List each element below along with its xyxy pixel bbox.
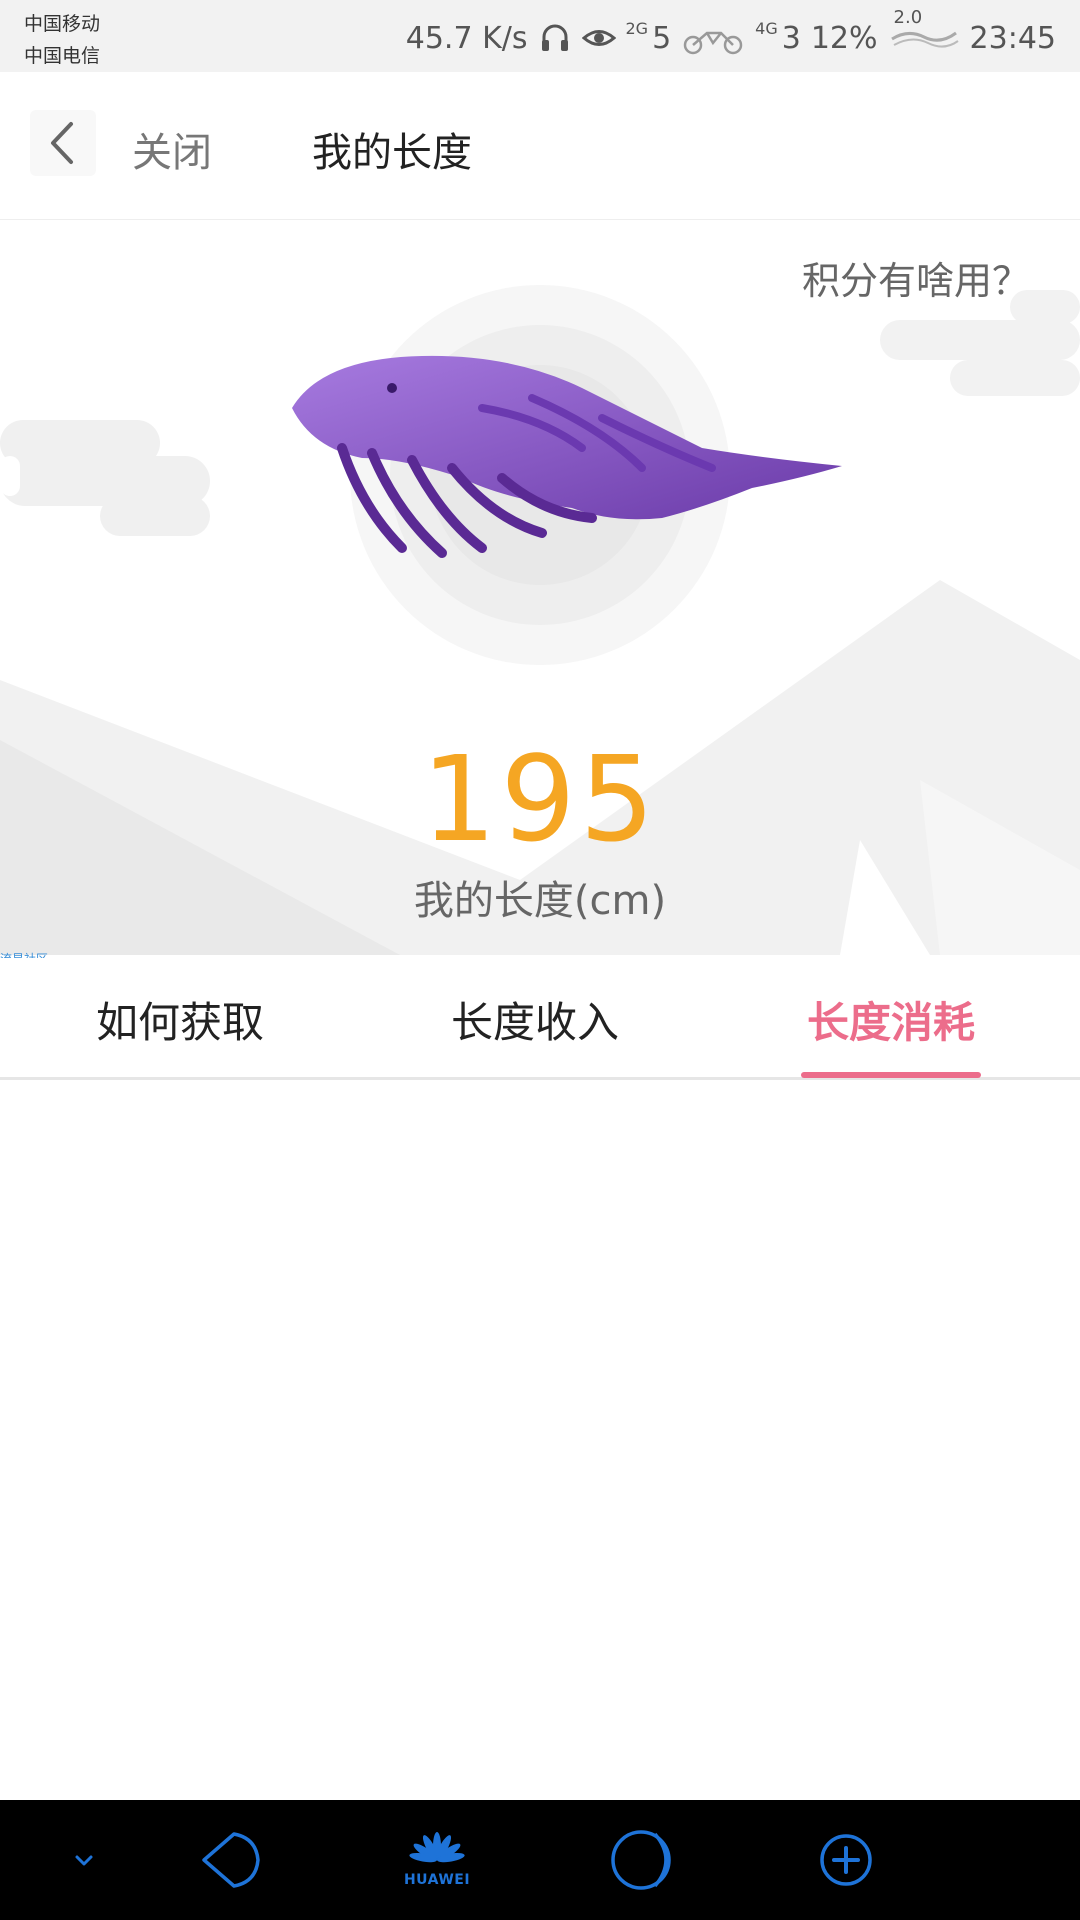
- chevron-down-icon: [75, 1855, 93, 1866]
- motorcycle-icon: [683, 31, 743, 55]
- status-bar: 中国移动 中国电信 45.7 K/s 2G 5 4G 3 12% 2.0 23:…: [0, 0, 1080, 72]
- home-circle-icon: [611, 1830, 671, 1890]
- points-help-link[interactable]: 积分有啥用？: [802, 250, 1030, 305]
- battery-overlay-text: 2.0: [893, 7, 923, 28]
- tab-bar: 如何获取 长度收入 长度消耗: [0, 958, 1080, 1080]
- eye-icon: [581, 30, 616, 46]
- navigation-bar: HUAWEI: [0, 1800, 1080, 1920]
- signal-2-type: 4G: [755, 18, 778, 38]
- huawei-logo-button[interactable]: HUAWEI: [397, 1820, 477, 1900]
- active-tab-indicator: [801, 1072, 981, 1078]
- chevron-left-icon: [51, 122, 73, 164]
- tab-length-income[interactable]: 长度收入: [355, 958, 715, 1080]
- network-speed: 45.7 K/s: [405, 20, 528, 56]
- home-nav-button[interactable]: [603, 1820, 683, 1900]
- carrier-1: 中国移动: [24, 13, 101, 35]
- close-link[interactable]: 关闭: [132, 120, 212, 178]
- page-title: 我的长度: [312, 130, 472, 176]
- hero-section: 积分有啥用？ 195 我的长度(cm): [0, 220, 1080, 955]
- status-indicators: 45.7 K/s 2G 5 4G 3 12% 2.0 23:45: [405, 7, 1056, 58]
- whale-illustration: [292, 355, 842, 558]
- tab-content-area: [0, 1083, 1080, 1800]
- plus-circle-icon: [820, 1834, 872, 1886]
- signal-2-strength: 3: [781, 20, 801, 56]
- hide-nav-button[interactable]: [44, 1820, 124, 1900]
- huawei-logo-text: HUAWEI: [403, 1872, 471, 1888]
- add-nav-button[interactable]: [806, 1820, 886, 1900]
- back-triangle-icon: [202, 1832, 260, 1888]
- carrier-info: 中国移动 中国电信: [24, 8, 100, 72]
- length-label: 我的长度(cm): [413, 878, 667, 924]
- back-nav-button[interactable]: [190, 1820, 270, 1900]
- header: 关闭 我的长度: [0, 72, 1080, 220]
- back-button[interactable]: [30, 110, 96, 176]
- signal-1-type: 2G: [625, 18, 649, 38]
- tab-how-to-get[interactable]: 如何获取: [0, 958, 360, 1080]
- huawei-logo-icon: [409, 1832, 465, 1863]
- signal-1-strength: 5: [652, 20, 672, 56]
- carrier-2: 中国电信: [24, 45, 101, 67]
- headphones-icon: [541, 24, 568, 51]
- tab-length-consumption[interactable]: 长度消耗: [711, 958, 1071, 1080]
- battery-percent: 12%: [810, 20, 878, 56]
- clock: 23:45: [969, 20, 1056, 56]
- length-value: 195: [421, 730, 659, 868]
- battery-decor: 2.0: [888, 7, 960, 55]
